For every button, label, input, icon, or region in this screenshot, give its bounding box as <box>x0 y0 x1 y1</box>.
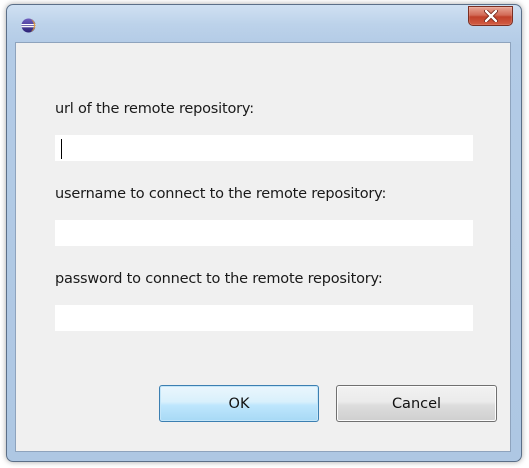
text-caret <box>61 139 62 159</box>
password-field[interactable] <box>55 305 473 331</box>
close-icon <box>483 7 498 26</box>
username-label: username to connect to the remote reposi… <box>55 186 387 202</box>
username-field[interactable] <box>55 220 473 246</box>
close-button[interactable] <box>468 6 513 26</box>
url-field[interactable] <box>55 135 473 161</box>
cancel-button[interactable]: Cancel <box>336 385 497 422</box>
dialog-content: url of the remote repository: username t… <box>15 42 511 452</box>
dialog-window: url of the remote repository: username t… <box>6 4 522 462</box>
password-label: password to connect to the remote reposi… <box>55 271 383 287</box>
title-bar[interactable] <box>7 5 521 41</box>
eclipse-icon <box>21 18 36 33</box>
ok-button[interactable]: OK <box>159 385 319 422</box>
url-label: url of the remote repository: <box>55 101 254 117</box>
